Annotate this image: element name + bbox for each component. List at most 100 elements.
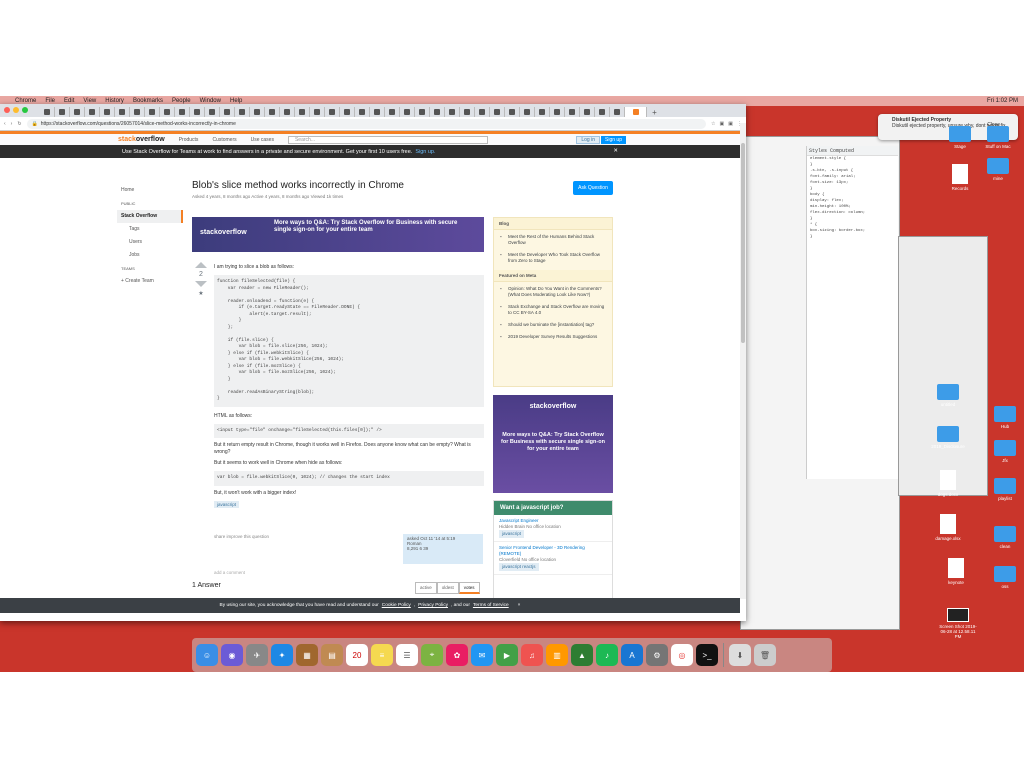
tag-javascript[interactable]: javascript (214, 500, 240, 508)
browser-tab[interactable] (610, 107, 625, 117)
meta-item[interactable]: 2019 Developer Survey Results Suggestion… (494, 330, 612, 342)
login-button[interactable]: Log in (576, 136, 600, 144)
browser-tab[interactable] (295, 107, 310, 117)
maximize-window-icon[interactable] (22, 107, 28, 113)
books-icon[interactable]: ▥ (546, 644, 568, 666)
browser-tab[interactable] (190, 107, 205, 117)
desktop-icon[interactable]: playlist (985, 478, 1024, 501)
teams-signup-link[interactable]: Sign up. (415, 149, 435, 155)
browser-tab[interactable] (400, 107, 415, 117)
desktop-icon[interactable]: clean (985, 526, 1024, 549)
nav-home[interactable]: Home (117, 184, 183, 197)
signup-button[interactable]: Sign up (601, 136, 626, 144)
browser-tab[interactable] (115, 107, 130, 117)
job-listing[interactable]: Javascript Engineer Hidden Brain No offi… (494, 515, 612, 542)
blog-item[interactable]: Meet the Rest of the Humans Behind Stack… (494, 230, 612, 248)
safari-icon[interactable]: ✦ (271, 644, 293, 666)
browser-tab[interactable] (85, 107, 100, 117)
extension-icon[interactable]: ▣ (728, 121, 733, 127)
meta-item[interactable]: Should we burninate the [instantiation] … (494, 318, 612, 330)
sort-active[interactable]: active (415, 582, 437, 594)
desktop-icon[interactable]: Screen Shot 2019-06-28 at 12.58.11 PM (938, 608, 978, 639)
desktop-icon[interactable]: Stage (940, 126, 980, 149)
browser-tab[interactable] (160, 107, 175, 117)
browser-tab[interactable] (175, 107, 190, 117)
finder-window[interactable] (898, 236, 988, 496)
desktop-icon[interactable]: Hub (985, 406, 1024, 429)
page-scrollbar[interactable] (740, 123, 746, 599)
trash-icon[interactable]: 🗑 (754, 644, 776, 666)
so-logo[interactable]: stackoverflow (118, 136, 165, 143)
browser-tab[interactable] (325, 107, 340, 117)
photos-icon[interactable]: ▦ (296, 644, 318, 666)
browser-tab[interactable] (70, 107, 85, 117)
browser-tab[interactable] (565, 107, 580, 117)
browser-tab[interactable] (310, 107, 325, 117)
question-title[interactable]: Blob's slice method works incorrectly in… (192, 180, 612, 194)
desktop-icon[interactable]: damage.xlsx (928, 514, 968, 541)
browser-tab[interactable] (385, 107, 400, 117)
browser-tab[interactable] (430, 107, 445, 117)
active-tab[interactable] (625, 107, 647, 117)
finder-icon[interactable]: ☺ (196, 644, 218, 666)
browser-tab[interactable] (370, 107, 385, 117)
browser-tab[interactable] (340, 107, 355, 117)
add-comment-link[interactable]: add a comment (214, 570, 245, 575)
music-icon[interactable]: ♫ (521, 644, 543, 666)
downvote-icon[interactable] (195, 281, 207, 287)
search-input[interactable]: Search... (287, 135, 488, 144)
desktop-icon[interactable]: untitled (928, 384, 968, 407)
desktop-icon[interactable]: Records (940, 164, 980, 191)
browser-tab[interactable] (520, 107, 535, 117)
clock[interactable]: Fri 1:02 PM (987, 98, 1018, 104)
browser-tab[interactable] (265, 107, 280, 117)
browser-tab[interactable] (280, 107, 295, 117)
nav-jobs[interactable]: Jobs (117, 249, 183, 262)
browser-tab[interactable] (475, 107, 490, 117)
contacts-icon[interactable]: ▤ (321, 644, 343, 666)
nav-customers[interactable]: Customers (212, 137, 236, 143)
bookmark-star-icon[interactable]: ☆ (711, 121, 715, 127)
calendar-icon[interactable]: 20 (346, 644, 368, 666)
downloads-icon[interactable]: ⬇ (729, 644, 751, 666)
desktop-icon[interactable]: keynote (936, 558, 976, 585)
browser-tab[interactable] (205, 107, 220, 117)
devtools-panel[interactable]: Styles Computed element.style { } .s-btn… (806, 146, 898, 479)
browser-tab[interactable] (130, 107, 145, 117)
maps-icon[interactable]: ⌖ (421, 644, 443, 666)
browser-tab[interactable] (55, 107, 70, 117)
close-icon[interactable]: ✕ (613, 148, 618, 154)
job-listing[interactable]: Senior Frontend Developer - 3D Rendering… (494, 542, 612, 575)
browser-tab[interactable] (595, 107, 610, 117)
reload-icon[interactable]: ↻ (17, 121, 21, 127)
ad-banner[interactable]: stackoverflow More ways to Q&A: Try Stac… (192, 217, 484, 252)
desktop-icon[interactable]: Stuff on Mac (978, 126, 1018, 149)
system-preferences-icon[interactable]: ⚙ (646, 644, 668, 666)
reminders-icon[interactable]: ☰ (396, 644, 418, 666)
sort-votes[interactable]: votes (458, 582, 480, 594)
desktop-icon[interactable]: dogs.docx (928, 470, 968, 497)
asker-card[interactable]: asked Oct 11 '14 at 5:19 Roman 8,291 6 3… (403, 534, 483, 564)
meta-item[interactable]: Stack Exchange and Stack Overflow are mo… (494, 300, 612, 318)
browser-tab[interactable] (535, 107, 550, 117)
siri-icon[interactable]: ◉ (221, 644, 243, 666)
nav-tags[interactable]: Tags (117, 223, 183, 236)
browser-tab[interactable] (235, 107, 250, 117)
browser-tab[interactable] (355, 107, 370, 117)
browser-tab[interactable] (580, 107, 595, 117)
numbers-icon[interactable]: ▲ (571, 644, 593, 666)
privacy-policy-link[interactable]: Privacy Policy (418, 603, 448, 608)
browser-tab[interactable] (460, 107, 475, 117)
minimize-window-icon[interactable] (13, 107, 19, 113)
nav-products[interactable]: Products (179, 137, 199, 143)
browser-tab[interactable] (145, 107, 160, 117)
browser-tab[interactable] (220, 107, 235, 117)
launchpad-icon[interactable]: ✈ (246, 644, 268, 666)
ask-question-button[interactable]: Ask Question (573, 181, 613, 195)
browser-tab[interactable] (550, 107, 565, 117)
browser-tab[interactable] (505, 107, 520, 117)
meta-item[interactable]: Opinion: What Do You Want in the Comment… (494, 282, 612, 300)
extension-icon[interactable]: ▣ (720, 121, 725, 127)
nav-stackoverflow[interactable]: Stack Overflow (117, 210, 183, 223)
close-window-icon[interactable] (4, 107, 10, 113)
